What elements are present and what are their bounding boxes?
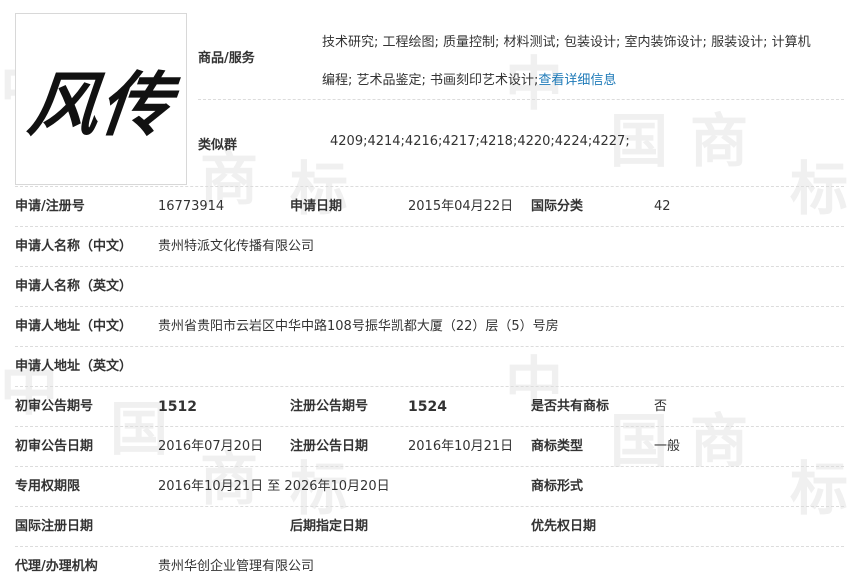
goods-line-2: 编程; 艺术品鉴定; 书画刻印艺术设计;查看详细信息: [322, 62, 844, 100]
goods-label: 商品/服务: [198, 51, 255, 66]
shared-mark-value: 否: [654, 399, 668, 414]
reg-no-value: 16773914: [158, 199, 225, 214]
divider: [198, 99, 844, 100]
reg-pub-no-value: 1524: [408, 399, 447, 415]
reg-no-label: 申请/注册号: [15, 199, 85, 214]
row-agent: 代理/办理机构 贵州华创企业管理有限公司: [15, 546, 844, 586]
row-registration: 申请/注册号 16773914 申请日期 2015年04月22日 国际分类 42: [15, 186, 844, 226]
applicant-name-cn-label: 申请人名称（中文）: [15, 239, 133, 254]
prelim-pub-no-value: 1512: [158, 399, 197, 415]
apply-date-value: 2015年04月22日: [408, 199, 514, 214]
row-publication-date: 初审公告日期 2016年07月20日 注册公告日期 2016年10月21日 商标…: [15, 426, 844, 466]
mark-type-label: 商标类型: [531, 439, 584, 454]
mark-type-value: 一般: [654, 439, 681, 454]
row-applicant-address-cn: 申请人地址（中文） 贵州省贵阳市云岩区中华中路108号振华凯都大厦（22）层（5…: [15, 306, 844, 346]
goods-services-text: 技术研究; 工程绘图; 质量控制; 材料测试; 包装设计; 室内装饰设计; 服装…: [322, 24, 844, 100]
intl-reg-date-label: 国际注册日期: [15, 519, 94, 534]
row-applicant-name-cn: 申请人名称（中文） 贵州特派文化传播有限公司: [15, 226, 844, 266]
applicant-address-cn-value: 贵州省贵阳市云岩区中华中路108号振华凯都大厦（22）层（5）号房: [158, 319, 559, 334]
exclusive-term-value: 2016年10月21日 至 2026年10月20日: [158, 479, 390, 494]
intl-class-value: 42: [654, 199, 671, 214]
row-publication-number: 初审公告期号 1512 注册公告期号 1524 是否共有商标 否: [15, 386, 844, 426]
mark-form-label: 商标形式: [531, 479, 584, 494]
row-applicant-name-en: 申请人名称（英文）: [15, 266, 844, 306]
shared-mark-label: 是否共有商标: [531, 399, 610, 414]
similar-group-value: 4209;4214;4216;4217;4218;4220;4224;4227;: [330, 134, 630, 149]
prelim-pub-date-value: 2016年07月20日: [158, 439, 264, 454]
agent-value: 贵州华创企业管理有限公司: [158, 559, 315, 574]
row-international-dates: 国际注册日期 后期指定日期 优先权日期: [15, 506, 844, 546]
goods-line-2-text: 编程; 艺术品鉴定; 书画刻印艺术设计;: [322, 73, 539, 88]
reg-pub-date-label: 注册公告日期: [290, 439, 369, 454]
applicant-name-cn-value: 贵州特派文化传播有限公司: [158, 239, 315, 254]
reg-pub-date-value: 2016年10月21日: [408, 439, 514, 454]
trademark-image: 风传: [15, 13, 187, 185]
intl-class-label: 国际分类: [531, 199, 584, 214]
prelim-pub-date-label: 初审公告日期: [15, 439, 94, 454]
trademark-logo-text: 风传: [24, 62, 177, 146]
priority-date-label: 优先权日期: [531, 519, 597, 534]
similar-group-label: 类似群: [198, 138, 238, 153]
applicant-address-en-label: 申请人地址（英文）: [15, 359, 133, 374]
row-applicant-address-en: 申请人地址（英文）: [15, 346, 844, 386]
apply-date-label: 申请日期: [290, 199, 343, 214]
view-details-link[interactable]: 查看详细信息: [538, 73, 616, 88]
prelim-pub-no-label: 初审公告期号: [15, 399, 94, 414]
later-designation-date-label: 后期指定日期: [290, 519, 369, 534]
reg-pub-no-label: 注册公告期号: [290, 399, 369, 414]
row-exclusive-term: 专用权期限 2016年10月21日 至 2026年10月20日 商标形式: [15, 466, 844, 506]
applicant-name-en-label: 申请人名称（英文）: [15, 279, 133, 294]
goods-line-1: 技术研究; 工程绘图; 质量控制; 材料测试; 包装设计; 室内装饰设计; 服装…: [322, 35, 811, 50]
trademark-detail: 风传 商品/服务 技术研究; 工程绘图; 质量控制; 材料测试; 包装设计; 室…: [0, 0, 849, 587]
agent-label: 代理/办理机构: [15, 559, 98, 574]
applicant-address-cn-label: 申请人地址（中文）: [15, 319, 133, 334]
exclusive-term-label: 专用权期限: [15, 479, 81, 494]
